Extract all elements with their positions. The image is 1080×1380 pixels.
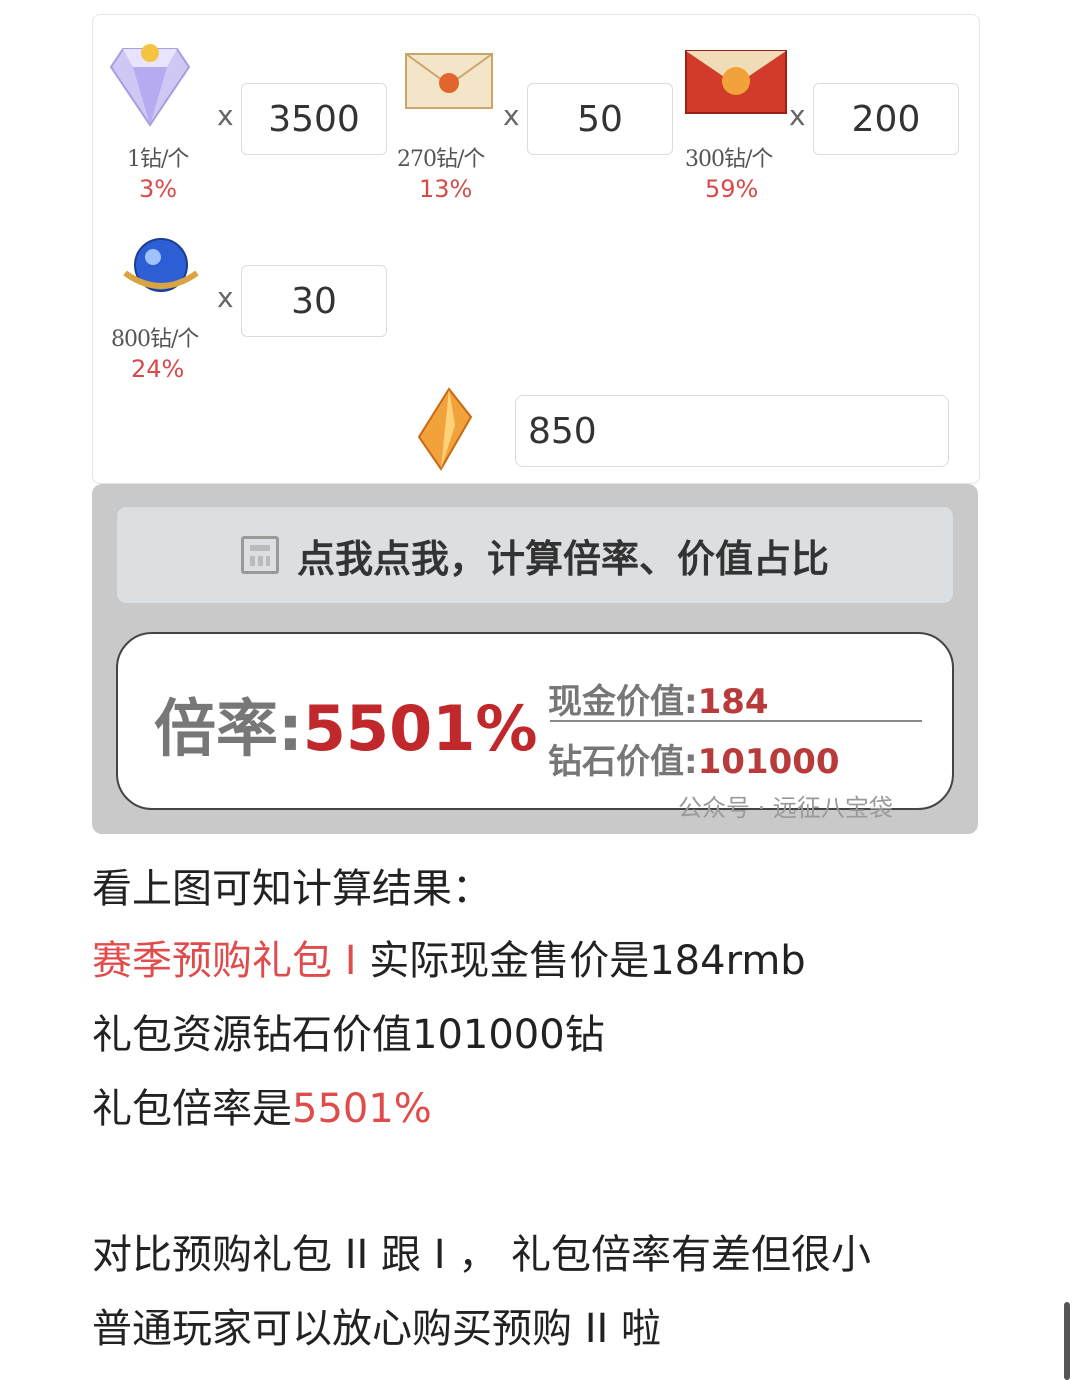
cash-label: 现金价值: xyxy=(548,682,698,722)
article-line-4-prefix: 礼包倍率是 xyxy=(92,1086,292,1132)
crystal-icon xyxy=(417,387,473,471)
times-sign: x xyxy=(789,99,806,132)
article-line-5: 对比预购礼包 II 跟 I ， 礼包倍率有差但很小 xyxy=(92,1232,871,1278)
calculator-icon xyxy=(240,536,279,574)
times-sign: x xyxy=(217,281,234,314)
article-line-3: 礼包资源钻石价值101000钻 xyxy=(92,1012,605,1058)
quantity-input[interactable]: 50 xyxy=(527,83,673,155)
diamond-label: 钻石价值: xyxy=(548,742,698,782)
result-panel: 点我点我，计算倍率、价值占比 倍率:5501% 现金价值:184 钻石价值:10… xyxy=(92,484,978,834)
item-price: 270钻/个 xyxy=(397,147,485,172)
article-line-2: 赛季预购礼包 I 实际现金售价是184rmb xyxy=(92,928,806,986)
rate-value: 5501% xyxy=(302,692,538,765)
calculate-button-label: 点我点我，计算倍率、价值占比 xyxy=(296,536,829,581)
quantity-input[interactable]: 3500 xyxy=(241,83,387,155)
rate-highlight: 5501% xyxy=(292,1086,432,1132)
rate-display: 倍率:5501% xyxy=(154,678,537,768)
item-percent: 24% xyxy=(131,355,185,383)
blue-orb-icon xyxy=(123,238,199,292)
calculator-card: 1钻/个 3% x 3500 270钻/个 13% x 50 300钻/个 59… xyxy=(92,14,980,484)
article-line-2-rest: 实际现金售价是184rmb xyxy=(356,938,806,984)
diamond-icon xyxy=(109,44,191,127)
item-price: 300钻/个 xyxy=(685,147,773,172)
cash-value: 184 xyxy=(697,682,769,722)
cash-value-row: 现金价值:184 xyxy=(548,674,769,723)
diamond-value-row: 钻石价值:101000 xyxy=(548,734,840,783)
item-percent: 59% xyxy=(705,175,759,203)
result-card: 倍率:5501% 现金价值:184 钻石价值:101000 公众号 · 远征八宝… xyxy=(116,632,954,822)
rmb-input[interactable]: 850 xyxy=(515,395,949,467)
item-percent: 13% xyxy=(419,175,473,203)
rate-label: 倍率: xyxy=(154,692,303,765)
article-line-1: 看上图可知计算结果： xyxy=(92,866,492,912)
article-line-6: 普通玩家可以放心购买预购 II 啦 xyxy=(92,1306,662,1352)
item-percent: 3% xyxy=(139,175,178,203)
pack-name-highlight: 赛季预购礼包 I xyxy=(92,938,357,984)
red-chest-icon xyxy=(685,50,787,114)
watermark: 公众号 · 远征八宝袋 xyxy=(678,794,893,822)
envelope-icon xyxy=(405,53,493,109)
scrollbar[interactable] xyxy=(1064,1302,1070,1380)
quantity-input[interactable]: 30 xyxy=(241,265,387,337)
calculate-button[interactable]: 点我点我，计算倍率、价值占比 xyxy=(116,506,954,604)
article-line-4: 礼包倍率是5501% xyxy=(92,1076,432,1134)
quantity-input[interactable]: 200 xyxy=(813,83,959,155)
item-price: 1钻/个 xyxy=(127,147,189,172)
times-sign: x xyxy=(503,99,520,132)
diamond-value: 101000 xyxy=(697,742,840,782)
divider xyxy=(550,720,922,722)
item-price: 800钻/个 xyxy=(111,327,199,352)
times-sign: x xyxy=(217,99,234,132)
